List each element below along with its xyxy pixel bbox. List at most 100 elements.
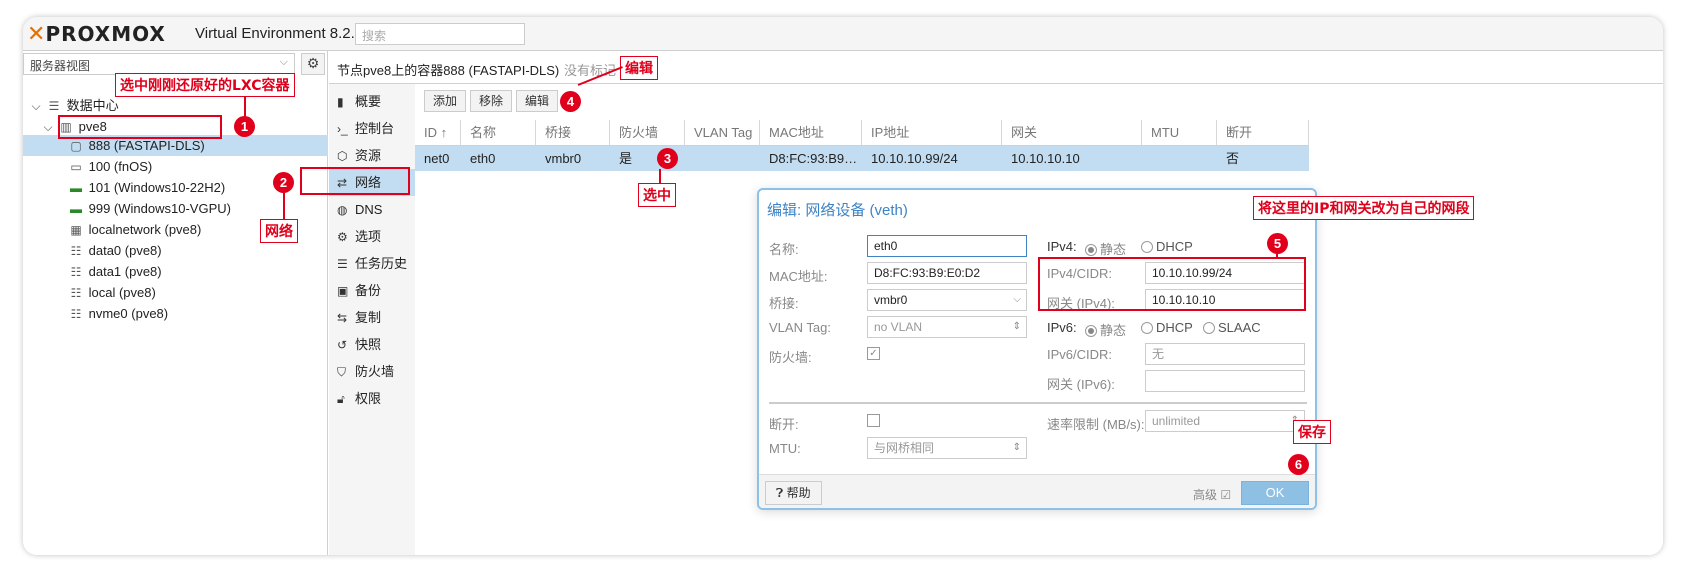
tree-item-datacenter[interactable]: ⌵ ☰ 数据中心: [23, 95, 328, 116]
radio-icon: [1141, 322, 1153, 334]
mac-field[interactable]: D8:FC:93:B9:E0:D2: [867, 262, 1027, 284]
dialog-footer: ❓︎ 帮助 高级 ☑ OK: [759, 474, 1315, 508]
column-header-ip[interactable]: IP地址: [862, 120, 1002, 145]
network-grid-icon: ▦: [70, 223, 82, 237]
column-header-id[interactable]: ID ↑: [415, 120, 461, 145]
search-input[interactable]: 搜索: [355, 23, 525, 45]
menu-label: 复制: [355, 310, 382, 325]
column-header-disconnect[interactable]: 断开: [1217, 120, 1309, 145]
annotation-leader: [244, 97, 246, 117]
collapse-icon: ⌵: [31, 99, 41, 113]
column-header-gateway[interactable]: 网关: [1002, 120, 1142, 145]
firewall-label: 防火墙:: [769, 350, 812, 365]
container-icon: ▢: [70, 139, 82, 153]
column-header-name[interactable]: 名称: [461, 120, 536, 145]
tree-item-label: local (pve8): [88, 285, 156, 300]
mtu-field[interactable]: 与网桥相同 ⇕: [867, 437, 1027, 459]
logo-text: PROXMOX: [45, 22, 166, 46]
ipv6-slaac-radio[interactable]: SLAAC: [1203, 320, 1261, 335]
menu-label: 概要: [355, 94, 382, 109]
name-field[interactable]: eth0: [867, 235, 1027, 257]
app-version: Virtual Environment 8.2.7: [195, 25, 364, 42]
annotation-box-ip-gateway: [1038, 257, 1306, 311]
disconnect-label: 断开:: [769, 417, 799, 432]
annotation-note-6: 保存: [1293, 420, 1331, 444]
vlan-field[interactable]: no VLAN ⇕: [867, 316, 1027, 338]
menu-label: DNS: [355, 202, 383, 217]
help-button[interactable]: ❓︎ 帮助: [765, 481, 822, 505]
menu-label: 选项: [355, 229, 382, 244]
menu-label: 控制台: [355, 121, 395, 136]
retweet-icon: ⇆: [337, 311, 348, 325]
annotation-note-1: 选中刚刚还原好的LXC容器: [115, 73, 295, 97]
rate-value: unlimited: [1152, 414, 1201, 428]
rate-field[interactable]: unlimited⇕: [1145, 410, 1305, 432]
remove-button[interactable]: 移除: [470, 90, 513, 112]
advanced-toggle[interactable]: 高级 ☑: [1193, 486, 1231, 503]
annotation-note-2: 网络: [260, 219, 298, 243]
tree-item-data0[interactable]: ☷ data0 (pve8): [23, 240, 328, 261]
radio-label: DHCP: [1156, 239, 1193, 254]
dialog-title: 编辑: 网络设备 (veth): [767, 202, 908, 219]
cell-vlan: [685, 146, 760, 171]
radio-label: SLAAC: [1218, 320, 1261, 335]
tree-settings-button[interactable]: ⚙: [301, 53, 325, 75]
annotation-badge-3: 3: [657, 148, 678, 169]
annotation-leader: [1276, 254, 1278, 258]
globe-icon: ◍: [337, 203, 348, 217]
ipv4-dhcp-radio[interactable]: DHCP: [1141, 239, 1193, 254]
bridge-select[interactable]: vmbr0 ⌵: [867, 289, 1027, 311]
annotation-box-container: [58, 115, 222, 139]
terminal-icon: ›_: [337, 122, 348, 136]
logo-x-icon: ✕: [27, 21, 46, 47]
tree-item-label: data0 (pve8): [88, 243, 162, 258]
column-header-mtu[interactable]: MTU: [1142, 120, 1217, 145]
chevron-down-icon: ⌵: [1013, 294, 1021, 305]
menu-label: 快照: [355, 337, 382, 352]
edit-network-dialog: 编辑: 网络设备 (veth) 名称: eth0 MAC地址: D8:FC:93…: [757, 188, 1317, 510]
table-row[interactable]: net0 eth0 vmbr0 是 D8:FC:93:B9… 10.10.10.…: [415, 146, 1309, 171]
tree-item-nvme0[interactable]: ☷ nvme0 (pve8): [23, 303, 328, 324]
add-button[interactable]: 添加: [424, 90, 467, 112]
column-header-vlan[interactable]: VLAN Tag: [685, 120, 760, 145]
chevron-down-icon: ⌵: [279, 56, 288, 68]
gw6-field[interactable]: [1145, 370, 1305, 392]
radio-label: DHCP: [1156, 320, 1193, 335]
gear-icon: ⚙: [306, 56, 320, 72]
menu-label: 权限: [355, 391, 382, 406]
column-header-firewall[interactable]: 防火墙: [610, 120, 685, 145]
ipv6-static-radio[interactable]: 静态: [1085, 320, 1126, 339]
tree-item-label: 999 (Windows10-VGPU): [88, 201, 231, 216]
tree-item-label: 100 (fnOS): [88, 159, 153, 174]
tree-item-local[interactable]: ☷ local (pve8): [23, 282, 328, 303]
tree-item-data1[interactable]: ☷ data1 (pve8): [23, 261, 328, 282]
datacenter-icon: ☰: [48, 99, 60, 113]
disconnect-checkbox[interactable]: [867, 414, 880, 427]
cell-gateway: 10.10.10.10: [1011, 151, 1080, 166]
ipv6-dhcp-radio[interactable]: DHCP: [1141, 320, 1193, 335]
storage-icon: ☷: [70, 307, 82, 321]
ipv4-label: IPv4:: [1047, 239, 1077, 254]
help-label: 帮助: [786, 486, 811, 500]
cell-name: eth0: [470, 151, 496, 166]
floppy-icon: ▣: [337, 284, 349, 298]
view-select[interactable]: 服务器视图 ⌵: [23, 53, 295, 75]
bridge-value: vmbr0: [874, 293, 908, 307]
column-header-mac[interactable]: MAC地址: [760, 120, 862, 145]
edit-button[interactable]: 编辑: [516, 90, 559, 112]
annotation-badge-5: 5: [1267, 233, 1288, 254]
list-icon: ☰: [337, 257, 348, 271]
firewall-checkbox[interactable]: ✓: [867, 347, 880, 360]
ipv6cidr-field[interactable]: 无: [1145, 343, 1305, 365]
annotation-leader: [283, 193, 285, 219]
ok-button[interactable]: OK: [1241, 481, 1309, 505]
radio-label: 静态: [1100, 242, 1127, 257]
annotation-badge-6: 6: [1288, 454, 1309, 475]
annotation-badge-4: 4: [560, 91, 581, 112]
vm-icon: ▭: [70, 160, 82, 174]
annotation-note-3: 选中: [638, 183, 676, 207]
question-icon: ❓︎: [776, 486, 784, 500]
tree-item-label: 888 (FASTAPI-DLS): [88, 138, 205, 153]
ipv4-static-radio[interactable]: 静态: [1085, 239, 1126, 258]
column-header-bridge[interactable]: 桥接: [536, 120, 610, 145]
